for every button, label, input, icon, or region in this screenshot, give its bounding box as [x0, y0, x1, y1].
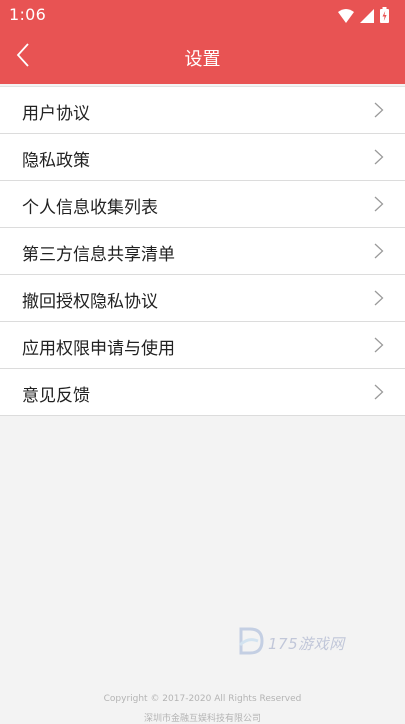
menu-item-revoke-authorization[interactable]: 撤回授权隐私协议: [0, 275, 405, 322]
watermark-text: 175游戏网: [268, 634, 345, 653]
menu-item-label: 用户协议: [22, 104, 90, 124]
status-time: 1:06: [9, 5, 47, 24]
watermark: 175游戏网: [238, 627, 345, 659]
menu-item-feedback[interactable]: 意见反馈: [0, 369, 405, 416]
footer-copyright: Copyright © 2017-2020 All Rights Reserve…: [103, 694, 302, 704]
menu-item-label: 个人信息收集列表: [22, 198, 158, 218]
menu-item-label: 隐私政策: [22, 151, 90, 171]
menu-item-third-party-sharing[interactable]: 第三方信息共享清单: [0, 228, 405, 275]
menu-item-app-permissions[interactable]: 应用权限申请与使用: [0, 322, 405, 369]
signal-icon: [360, 8, 374, 27]
battery-icon: [380, 7, 389, 27]
status-icons: [338, 7, 389, 27]
chevron-right-icon: [374, 384, 384, 400]
menu-item-label: 意见反馈: [22, 386, 90, 406]
menu-item-personal-info-list[interactable]: 个人信息收集列表: [0, 181, 405, 228]
chevron-right-icon: [374, 243, 384, 259]
chevron-right-icon: [374, 149, 384, 165]
menu-item-privacy-policy[interactable]: 隐私政策: [0, 134, 405, 181]
settings-menu: 用户协议 隐私政策 个人信息收集列表 第三方信息共享清单 撤回授权隐私协议 应用…: [0, 86, 405, 416]
wifi-icon: [338, 8, 354, 27]
page-title: 设置: [184, 49, 221, 70]
footer-company: 深圳市金融互娱科技有限公司: [143, 714, 261, 724]
menu-item-label: 应用权限申请与使用: [22, 339, 175, 359]
chevron-right-icon: [374, 102, 384, 118]
menu-item-label: 第三方信息共享清单: [22, 245, 175, 265]
watermark-logo-icon: [238, 627, 264, 659]
chevron-right-icon: [374, 196, 384, 212]
chevron-right-icon: [374, 290, 384, 306]
status-bar: 1:06: [0, 0, 405, 31]
menu-item-label: 撤回授权隐私协议: [22, 292, 158, 312]
nav-bar: 设置: [0, 31, 405, 84]
chevron-right-icon: [374, 337, 384, 353]
menu-item-user-agreement[interactable]: 用户协议: [0, 87, 405, 134]
